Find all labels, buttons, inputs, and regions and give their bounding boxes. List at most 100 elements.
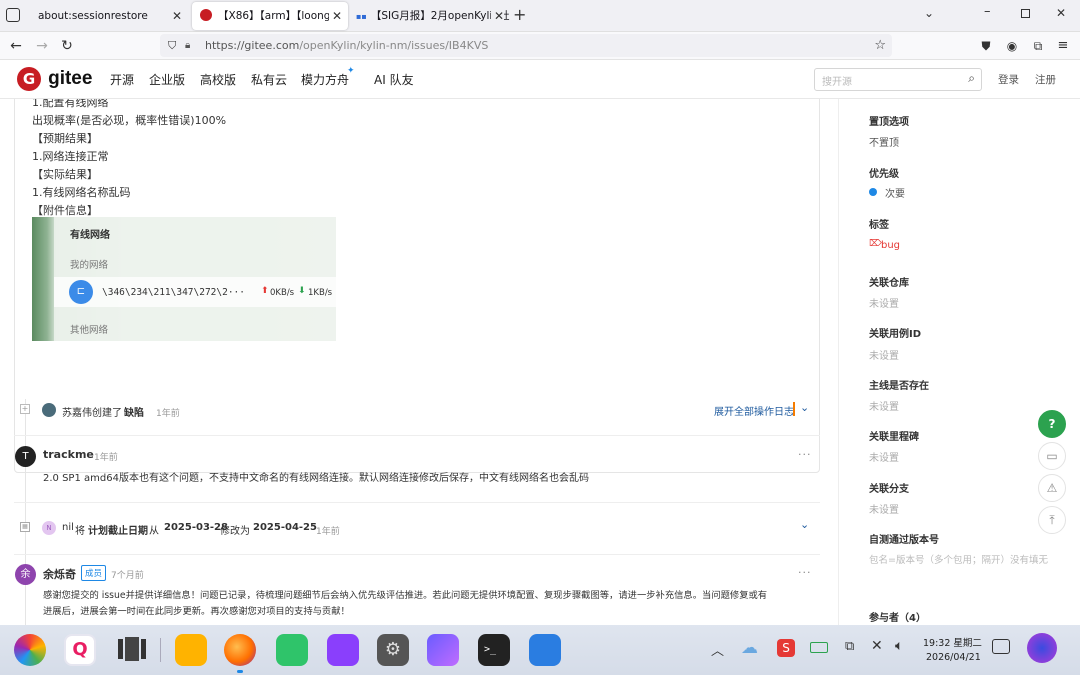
calendar-icon: ▦	[20, 522, 30, 532]
gitee-logo-icon: G	[17, 67, 41, 91]
help-button[interactable]: ?	[1038, 410, 1066, 438]
change-verb: 将	[75, 526, 85, 537]
notification-icon[interactable]	[992, 639, 1010, 654]
close-icon[interactable]: ✕	[328, 2, 342, 30]
issue-page: 1.配置有线网络 出现概率(是否必现，概率性错误)100% 【预期结果】 1.网…	[0, 99, 1080, 625]
tab-issue[interactable]: 【X86】【arm】【loongar ✕	[192, 2, 348, 30]
new-tab-button[interactable]: +	[513, 5, 526, 24]
avatar	[42, 403, 56, 417]
browser-tab-bar: about:sessionrestore ✕ 【X86】【arm】【loonga…	[0, 0, 1080, 32]
chat-icon[interactable]: ▭	[1038, 442, 1066, 470]
more-icon[interactable]: ···	[798, 448, 812, 461]
attachment-network-name: \346\234\211\347\272\2···	[102, 287, 245, 298]
tab-session-restore[interactable]: about:sessionrestore ✕	[30, 2, 188, 30]
expand-log-link[interactable]: 展开全部操作日志	[714, 403, 794, 418]
volume-icon[interactable]: 🔈︎	[895, 638, 903, 654]
attachment-other-networks: 其他网络	[70, 325, 109, 336]
chevron-down-icon[interactable]: ⌄	[800, 518, 809, 531]
register-link[interactable]: 注册	[1035, 72, 1056, 87]
milestone-label: 关联里程碑	[869, 432, 919, 443]
pin-value[interactable]: 不置顶	[869, 134, 899, 149]
close-icon[interactable]: ✕	[172, 2, 182, 30]
close-window-button[interactable]: ✕	[1056, 6, 1066, 20]
system-taskbar: Q ⚙ >_ ︿ ☁ S ⧉ ✕ 🔈︎ 19:32 星期二 2026/04/21	[0, 625, 1080, 675]
report-icon[interactable]: ⚠	[1038, 474, 1066, 502]
branch-value[interactable]: 未设置	[869, 501, 899, 516]
file-manager-icon[interactable]	[175, 634, 207, 666]
nav-private-cloud[interactable]: 私有云	[251, 71, 287, 88]
terminal-icon[interactable]: >_	[478, 634, 510, 666]
selftest-label: 自测通过版本号	[869, 535, 939, 546]
security-center-icon[interactable]	[529, 634, 561, 666]
change-user: nil	[62, 522, 74, 533]
minimize-button[interactable]: –	[984, 4, 991, 19]
screenshot-app-icon[interactable]	[327, 634, 359, 666]
launcher-icon[interactable]	[14, 634, 46, 666]
tablet-mode-icon[interactable]: ⧉	[845, 639, 854, 654]
change-to: 2025-04-25	[253, 522, 317, 533]
nav-education[interactable]: 高校版	[200, 71, 236, 88]
divider	[14, 502, 820, 503]
priority-value[interactable]: 次要	[885, 185, 905, 200]
settings-icon[interactable]: ⚙	[377, 634, 409, 666]
nav-model-ark[interactable]: 模力方舟	[301, 71, 349, 88]
back-button[interactable]: ←	[6, 36, 26, 56]
comment-author[interactable]: trackme	[43, 448, 94, 461]
milestone-value[interactable]: 未设置	[869, 449, 899, 464]
search-icon[interactable]: ⌕	[968, 71, 975, 86]
selftest-input[interactable]: 包名=版本号（多个包用；隔开）没有填无	[869, 552, 1048, 566]
tab-list-chevron-icon[interactable]: ⌄	[924, 6, 934, 20]
lock-icon: 🔒︎	[185, 40, 191, 51]
search-box[interactable]: 搜开源 ⌕	[814, 68, 982, 91]
account-icon[interactable]: ◉	[1002, 36, 1022, 56]
repo-label: 关联仓库	[869, 278, 909, 289]
tab-sig-report[interactable]: ▪▪ 【SIG月报】2月openKylin社 ✕	[352, 2, 510, 30]
comment-author[interactable]: 余烁奇	[43, 566, 76, 582]
bluetooth-off-icon[interactable]: ✕	[871, 638, 883, 654]
messenger-icon[interactable]	[427, 634, 459, 666]
search-app-icon[interactable]: Q	[64, 634, 96, 666]
nav-enterprise[interactable]: 企业版	[149, 71, 185, 88]
sidebar-divider	[838, 99, 839, 625]
text-cursor	[793, 402, 795, 416]
cloud-icon[interactable]: ☁	[741, 638, 758, 658]
reload-button[interactable]: ↻	[57, 36, 77, 56]
shield-icon: ⛉	[168, 39, 177, 52]
back-to-top-icon[interactable]: ⤒	[1038, 506, 1066, 534]
extensions-icon[interactable]: ⧉	[1028, 36, 1048, 56]
divider	[14, 554, 820, 555]
mainline-value[interactable]: 未设置	[869, 398, 899, 413]
gitee-logo[interactable]: G gitee	[17, 67, 92, 93]
forward-button[interactable]: →	[32, 36, 52, 56]
pocket-icon[interactable]: ⛊	[976, 36, 996, 56]
login-link[interactable]: 登录	[998, 72, 1019, 87]
description-line: 1.有线网络名称乱码	[32, 186, 131, 199]
gitee-header: G gitee 开源 企业版 高校版 私有云 模力方舟 ✦ AI 队友 搜开源 …	[0, 60, 1080, 99]
case-value[interactable]: 未设置	[869, 347, 899, 362]
nav-ai-teammate[interactable]: AI 队友	[374, 71, 414, 88]
description-line: 【实际结果】	[32, 168, 98, 181]
maximize-button[interactable]	[1021, 9, 1030, 18]
wechat-app-icon[interactable]	[276, 634, 308, 666]
pin-label: 置顶选项	[869, 117, 909, 128]
input-method-icon[interactable]: S	[777, 639, 795, 657]
tab-overview-icon[interactable]	[6, 8, 20, 22]
bookmark-star-icon[interactable]: ☆	[874, 34, 886, 57]
attachment-image[interactable]: 有线网络 我的网络 ⊏ \346\234\211\347\272\2··· ⬆ …	[32, 217, 336, 341]
close-icon[interactable]: ✕	[490, 2, 504, 30]
clock-time[interactable]: 19:32 星期二	[923, 635, 982, 649]
search-input[interactable]: 搜开源	[822, 73, 852, 88]
tray-expand-icon[interactable]: ︿	[711, 640, 724, 659]
firefox-icon[interactable]	[224, 634, 256, 666]
assistant-icon[interactable]	[1027, 633, 1057, 663]
chevron-down-icon[interactable]: ⌄	[800, 401, 809, 414]
tag-value[interactable]: bug	[881, 240, 900, 251]
nav-open-source[interactable]: 开源	[110, 71, 134, 88]
repo-value[interactable]: 未设置	[869, 295, 899, 310]
menu-icon[interactable]: ≡	[1053, 36, 1073, 56]
clock-date[interactable]: 2026/04/21	[926, 652, 981, 663]
battery-icon[interactable]	[810, 642, 828, 653]
more-icon[interactable]: ···	[798, 566, 812, 579]
url-bar[interactable]: ⛉ 🔒︎ https://gitee.com/openKylin/kylin-n…	[160, 34, 892, 57]
multitask-icon[interactable]	[116, 634, 148, 666]
